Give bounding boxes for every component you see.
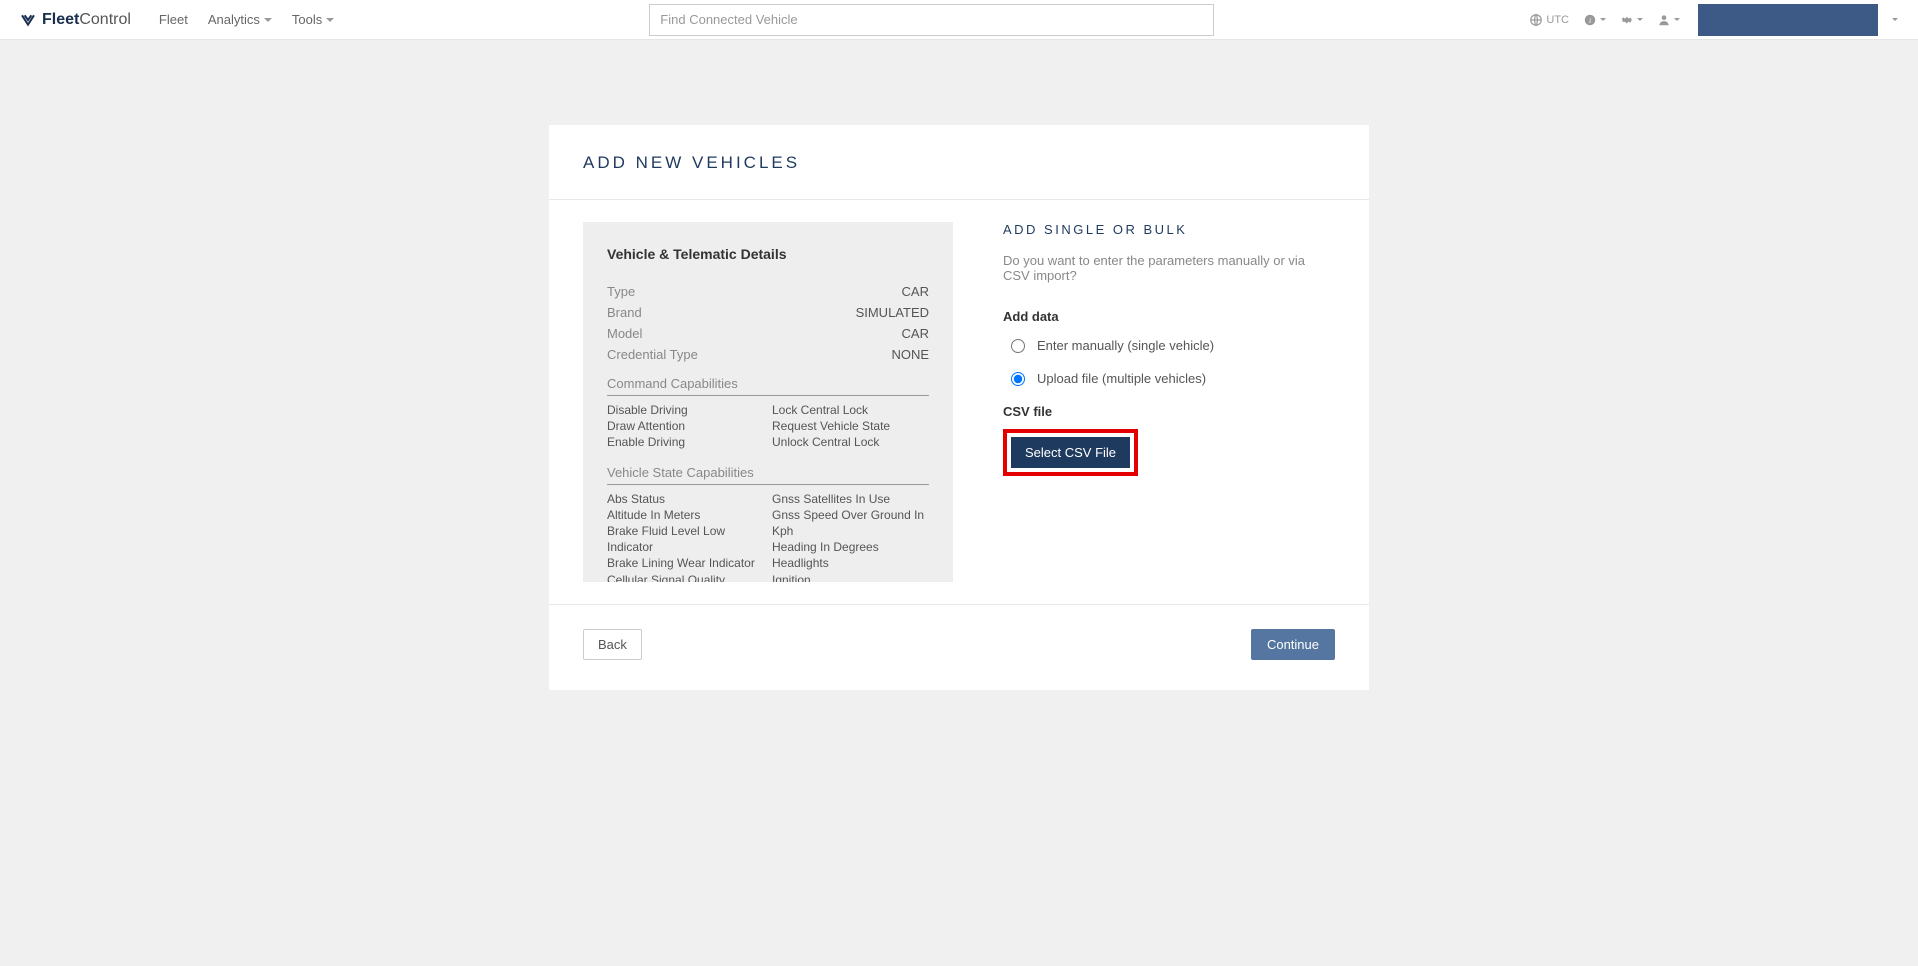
user-label[interactable] xyxy=(1698,4,1878,36)
brand-bold: Fleet xyxy=(42,11,79,28)
nav-analytics-label: Analytics xyxy=(208,12,260,27)
cap-item: Unlock Central Lock xyxy=(772,434,929,450)
cap-item: Altitude In Meters xyxy=(607,507,764,523)
search-input[interactable] xyxy=(649,4,1214,36)
timezone-label: UTC xyxy=(1546,14,1569,26)
caret-down-icon xyxy=(1637,18,1643,21)
continue-button[interactable]: Continue xyxy=(1251,629,1335,660)
detail-label: Credential Type xyxy=(607,347,698,362)
cap-item: Draw Attention xyxy=(607,418,764,434)
brand-light: Control xyxy=(79,11,131,28)
cap-item: Brake Lining Wear Indicator xyxy=(607,555,764,571)
radio-upload-label: Upload file (multiple vehicles) xyxy=(1037,371,1206,386)
nav-tools[interactable]: Tools xyxy=(292,12,334,27)
main-card: ADD NEW VEHICLES Vehicle & Telematic Det… xyxy=(549,125,1369,690)
detail-value: SIMULATED xyxy=(856,305,929,320)
radio-manual[interactable] xyxy=(1011,339,1025,353)
gear-icon xyxy=(1620,13,1634,27)
add-data-label: Add data xyxy=(1003,309,1335,324)
select-csv-highlight: Select CSV File xyxy=(1003,429,1138,476)
radio-manual-label: Enter manually (single vehicle) xyxy=(1037,338,1214,353)
cap-item: Gnss Satellites In Use xyxy=(772,491,929,507)
content-row: Vehicle & Telematic Details Type CAR Bra… xyxy=(549,200,1369,604)
detail-label: Model xyxy=(607,326,642,341)
caret-down-icon xyxy=(264,18,272,22)
cap-item: Ignition xyxy=(772,572,929,583)
radio-row-upload[interactable]: Upload file (multiple vehicles) xyxy=(1003,371,1335,386)
select-csv-button[interactable]: Select CSV File xyxy=(1011,437,1130,468)
detail-label: Brand xyxy=(607,305,642,320)
state-capabilities-grid: Abs Status Altitude In Meters Brake Flui… xyxy=(607,491,929,582)
state-capabilities-header: Vehicle State Capabilities xyxy=(607,465,929,485)
add-section-desc: Do you want to enter the parameters manu… xyxy=(1003,253,1335,283)
top-right: UTC i xyxy=(1529,4,1898,36)
caret-down-icon xyxy=(1892,18,1898,21)
cap-item: Cellular Signal Quality xyxy=(607,572,764,583)
nav-analytics[interactable]: Analytics xyxy=(208,12,272,27)
user-menu[interactable] xyxy=(1657,13,1680,27)
caret-down-icon xyxy=(326,18,334,22)
csv-file-label: CSV file xyxy=(1003,404,1335,419)
topbar: FleetControl Fleet Analytics Tools UTC i xyxy=(0,0,1918,40)
cap-item: Heading In Degrees xyxy=(772,539,929,555)
cap-item: Lock Central Lock xyxy=(772,402,929,418)
timezone-selector[interactable]: UTC xyxy=(1529,13,1569,27)
brand-logo[interactable]: FleetControl xyxy=(20,11,131,29)
detail-row-type: Type CAR xyxy=(607,284,929,299)
radio-row-manual[interactable]: Enter manually (single vehicle) xyxy=(1003,338,1335,353)
back-button[interactable]: Back xyxy=(583,629,642,660)
panel-title: Vehicle & Telematic Details xyxy=(607,246,929,262)
page-title: ADD NEW VEHICLES xyxy=(583,153,1335,173)
detail-value: CAR xyxy=(902,284,929,299)
footer-row: Back Continue xyxy=(549,604,1369,690)
settings-menu[interactable] xyxy=(1620,13,1643,27)
brand-logo-icon xyxy=(20,12,36,28)
caret-down-icon xyxy=(1600,18,1606,21)
globe-icon xyxy=(1529,13,1543,27)
caret-down-icon xyxy=(1674,18,1680,21)
cap-item: Disable Driving xyxy=(607,402,764,418)
vehicle-details-panel: Vehicle & Telematic Details Type CAR Bra… xyxy=(583,222,953,582)
command-capabilities-grid: Disable Driving Draw Attention Enable Dr… xyxy=(607,402,929,451)
user-icon xyxy=(1657,13,1671,27)
search-wrap xyxy=(334,4,1529,36)
radio-upload[interactable] xyxy=(1011,372,1025,386)
page-header: ADD NEW VEHICLES xyxy=(549,125,1369,200)
nav-fleet[interactable]: Fleet xyxy=(159,12,188,27)
cap-item: Brake Fluid Level Low Indicator xyxy=(607,523,764,555)
detail-row-brand: Brand SIMULATED xyxy=(607,305,929,320)
detail-label: Type xyxy=(607,284,635,299)
detail-row-credential: Credential Type NONE xyxy=(607,347,929,362)
nav-items: Fleet Analytics Tools xyxy=(159,12,334,27)
cap-item: Gnss Speed Over Ground In Kph xyxy=(772,507,929,539)
detail-value: CAR xyxy=(902,326,929,341)
cap-item: Abs Status xyxy=(607,491,764,507)
info-menu[interactable]: i xyxy=(1583,13,1606,27)
info-icon: i xyxy=(1583,13,1597,27)
vehicle-details-scroll[interactable]: Vehicle & Telematic Details Type CAR Bra… xyxy=(583,222,953,582)
nav-tools-label: Tools xyxy=(292,12,322,27)
svg-text:i: i xyxy=(1589,15,1591,24)
add-data-panel: ADD SINGLE OR BULK Do you want to enter … xyxy=(1003,222,1335,582)
command-capabilities-header: Command Capabilities xyxy=(607,376,929,396)
detail-value: NONE xyxy=(891,347,929,362)
cap-item: Headlights xyxy=(772,555,929,571)
add-section-title: ADD SINGLE OR BULK xyxy=(1003,222,1335,237)
cap-item: Enable Driving xyxy=(607,434,764,450)
detail-row-model: Model CAR xyxy=(607,326,929,341)
cap-item: Request Vehicle State xyxy=(772,418,929,434)
